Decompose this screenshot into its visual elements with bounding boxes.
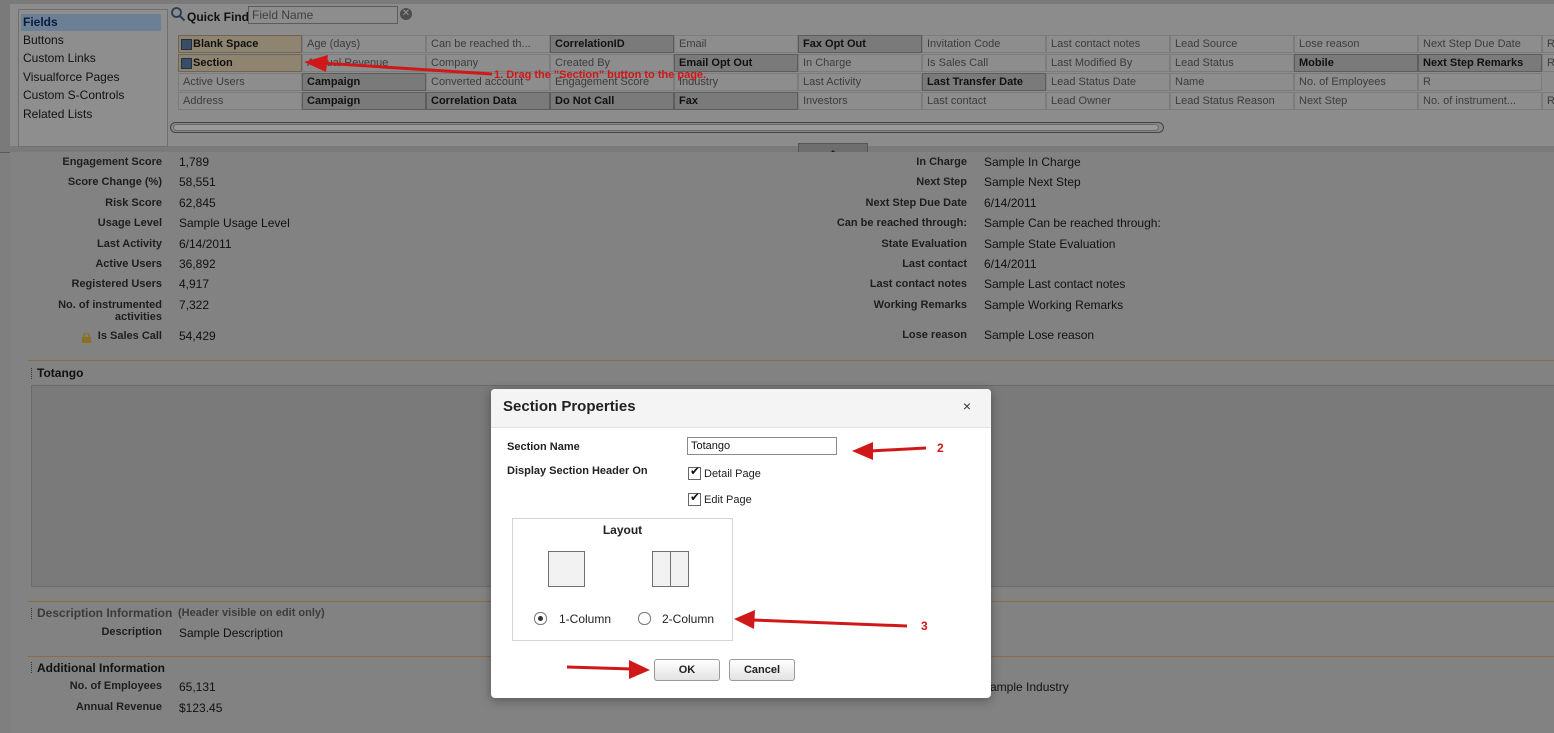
annotation-step-2: 2 [937,441,944,455]
arrow-icon [734,610,908,629]
annotation-arrows [304,55,927,679]
annotation-step-1: 1. Drag the "Section" button to the page… [494,69,707,81]
arrow-icon [566,660,650,679]
arrow-icon [852,442,927,460]
arrow-icon [304,55,493,76]
annotation-step-3: 3 [921,619,928,633]
